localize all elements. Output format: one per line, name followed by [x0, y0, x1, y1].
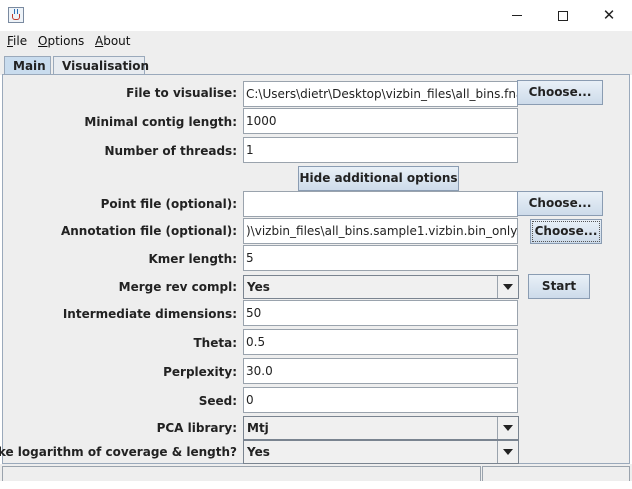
minimize-button[interactable] [494, 0, 540, 31]
min-contig-label: Minimal contig length: [84, 115, 237, 129]
log-select[interactable]: Yes [243, 440, 519, 464]
perplexity-label: Perplexity: [163, 365, 237, 379]
maximize-button[interactable] [540, 0, 586, 31]
minimize-icon [512, 15, 522, 16]
perplexity-input[interactable]: 30.0 [243, 358, 518, 384]
threads-input[interactable]: 1 [243, 137, 518, 163]
window-bottom-edge [0, 481, 632, 489]
hide-options-button[interactable]: Hide additional options [298, 166, 459, 191]
java-cup-icon [8, 7, 24, 23]
close-button[interactable]: ✕ [586, 0, 632, 31]
pca-select[interactable]: Mtj [243, 416, 519, 440]
log-select-value: Yes [247, 445, 270, 459]
choose-file-button[interactable]: Choose... [517, 80, 603, 105]
intermediate-input[interactable]: 50 [243, 300, 518, 326]
tab-visualisation[interactable]: Visualisation [53, 56, 149, 76]
annotation-file-label: Annotation file (optional): [60, 224, 237, 238]
point-file-input[interactable] [243, 191, 518, 217]
file-label: File to visualise: [126, 86, 237, 100]
merge-label: Merge rev compl: [118, 280, 237, 294]
menu-options[interactable]: Options [38, 34, 84, 48]
seed-label: Seed: [198, 394, 237, 408]
kmer-input[interactable]: 5 [243, 245, 518, 271]
merge-select[interactable]: Yes [243, 275, 519, 299]
log-label: Take logarithm of coverage & length? [0, 445, 237, 459]
merge-select-value: Yes [247, 280, 270, 294]
theta-label: Theta: [193, 336, 238, 350]
menu-file[interactable]: File [7, 34, 27, 48]
choose-point-button[interactable]: Choose... [517, 191, 603, 216]
annotation-file-input[interactable]: )\vizbin_files\all_bins.sample1.vizbin.b… [243, 218, 518, 244]
seed-input[interactable]: 0 [243, 387, 518, 413]
window-titlebar: ✕ [0, 0, 632, 31]
point-file-label: Point file (optional): [100, 197, 237, 211]
file-input[interactable]: C:\Users\dietr\Desktop\vizbin_files\all_… [243, 81, 518, 107]
pca-label: PCA library: [156, 421, 237, 435]
chevron-down-icon[interactable] [497, 276, 518, 298]
start-button[interactable]: Start [528, 274, 590, 299]
threads-label: Number of threads: [104, 144, 237, 158]
tab-bar: Main Visualisation [0, 52, 632, 76]
close-icon: ✕ [602, 6, 616, 24]
min-contig-input[interactable]: 1000 [243, 108, 518, 134]
chevron-down-icon[interactable] [497, 417, 518, 439]
kmer-label: Kmer length: [148, 252, 238, 266]
intermediate-label: Intermediate dimensions: [62, 307, 237, 321]
pca-select-value: Mtj [247, 421, 269, 435]
menu-bar: File Options About [0, 31, 632, 52]
theta-input[interactable]: 0.5 [243, 329, 518, 355]
menu-about[interactable]: About [95, 34, 131, 48]
maximize-icon [558, 10, 568, 21]
chevron-down-icon[interactable] [497, 441, 518, 463]
tab-main[interactable]: Main [4, 56, 51, 76]
main-panel: File to visualise: C:\Users\dietr\Deskto… [0, 74, 630, 464]
choose-annotation-button[interactable]: Choose... [530, 219, 602, 244]
